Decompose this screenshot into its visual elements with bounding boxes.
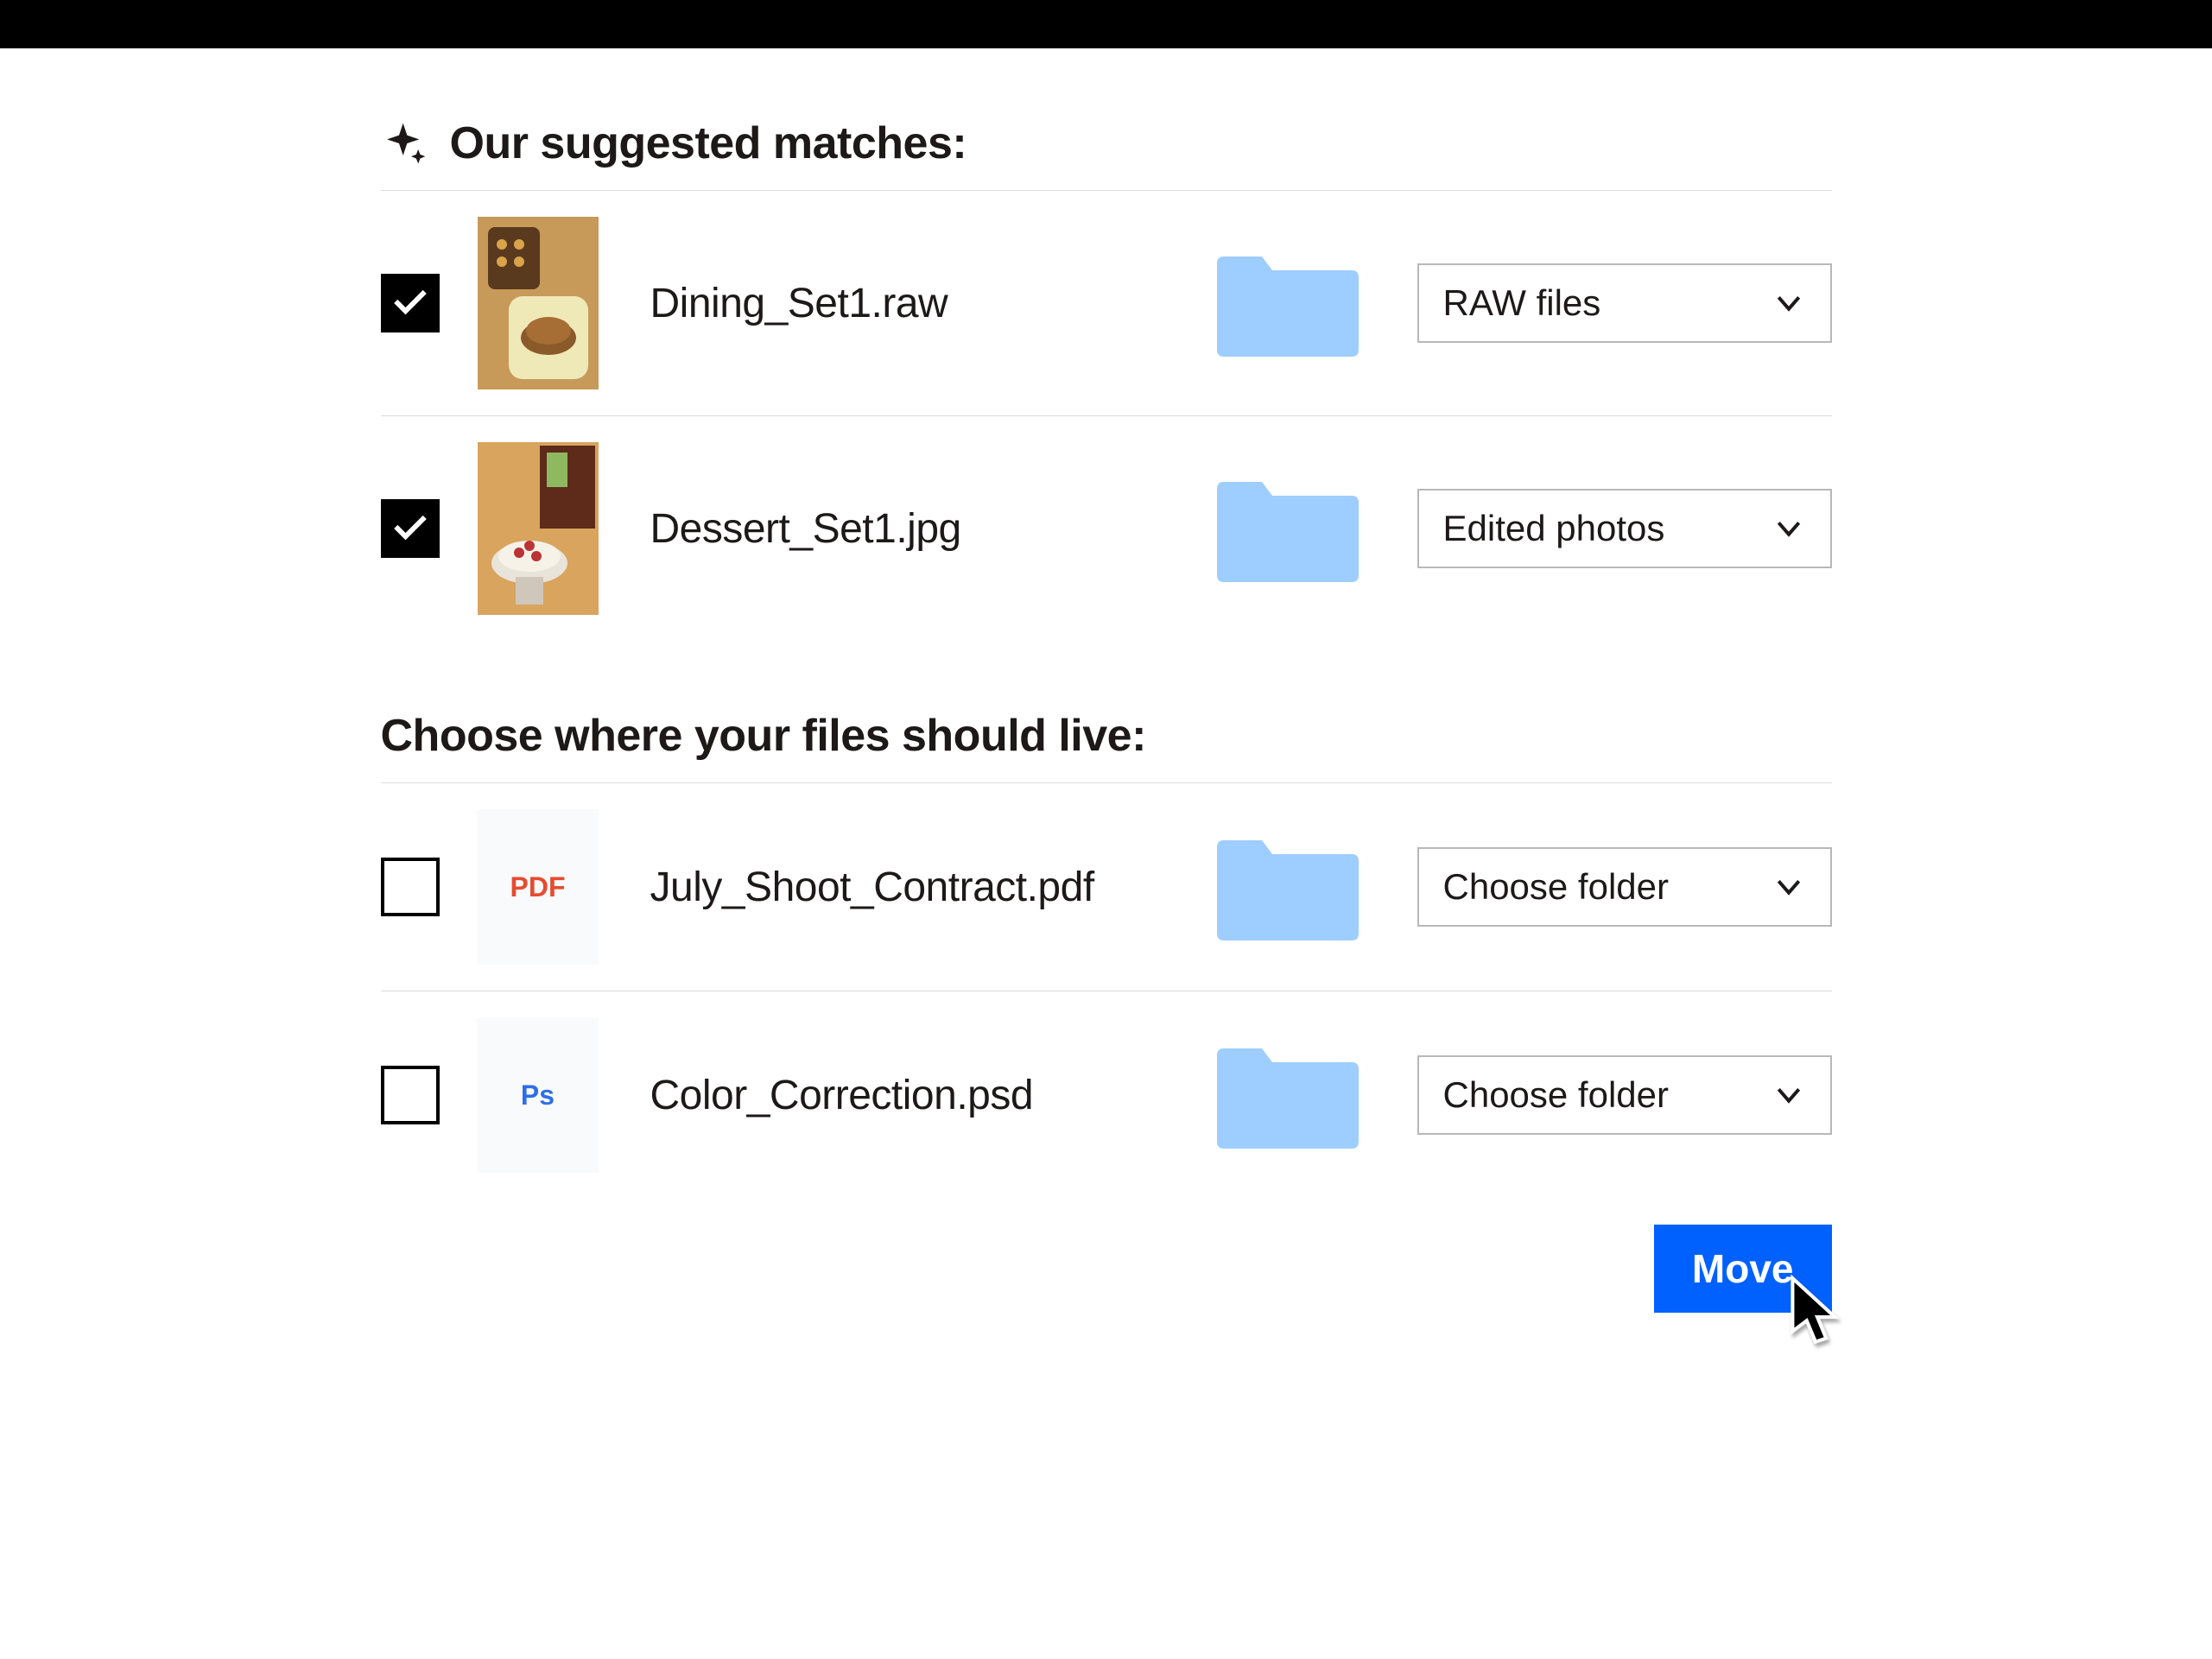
page-content: Our suggested matches: Dining_Set1.raw bbox=[346, 48, 1867, 1416]
chevron-down-icon bbox=[1772, 1078, 1806, 1112]
dropdown-label: Choose folder bbox=[1443, 1074, 1670, 1116]
suggested-matches-title: Our suggested matches: bbox=[450, 117, 967, 169]
file-row: Dining_Set1.raw RAW files bbox=[381, 191, 1832, 416]
folder-icon bbox=[1210, 243, 1383, 364]
dropdown-label: RAW files bbox=[1443, 282, 1601, 324]
file-row: Dessert_Set1.jpg Edited photos bbox=[381, 416, 1832, 641]
file-thumbnail bbox=[478, 217, 599, 389]
folder-dropdown[interactable]: Choose folder bbox=[1417, 1055, 1832, 1135]
folder-dropdown[interactable]: Edited photos bbox=[1417, 489, 1832, 568]
file-name: Color_Correction.psd bbox=[650, 1072, 1176, 1119]
suggested-matches-header: Our suggested matches: bbox=[381, 117, 1832, 191]
row-checkbox[interactable] bbox=[381, 499, 440, 558]
row-checkbox[interactable] bbox=[381, 274, 440, 332]
chevron-down-icon bbox=[1772, 870, 1806, 904]
file-ext-label: Ps bbox=[521, 1080, 555, 1111]
choose-section-title: Choose where your files should live: bbox=[381, 641, 1832, 783]
file-type-icon: Ps bbox=[478, 1017, 599, 1173]
folder-dropdown[interactable]: RAW files bbox=[1417, 263, 1832, 343]
file-name: July_Shoot_Contract.pdf bbox=[650, 864, 1176, 911]
dropdown-label: Edited photos bbox=[1443, 508, 1665, 549]
window-top-bar bbox=[0, 0, 2212, 48]
row-checkbox[interactable] bbox=[381, 858, 440, 916]
file-thumbnail bbox=[478, 442, 599, 615]
file-ext-label: PDF bbox=[510, 871, 566, 903]
chevron-down-icon bbox=[1772, 511, 1806, 546]
file-type-icon: PDF bbox=[478, 809, 599, 965]
folder-icon bbox=[1210, 468, 1383, 589]
file-row: PDF July_Shoot_Contract.pdf Choose folde… bbox=[381, 783, 1832, 991]
actions-bar: Move bbox=[381, 1199, 1832, 1313]
row-checkbox[interactable] bbox=[381, 1066, 440, 1124]
folder-dropdown[interactable]: Choose folder bbox=[1417, 847, 1832, 927]
move-button[interactable]: Move bbox=[1654, 1225, 1832, 1313]
file-name: Dining_Set1.raw bbox=[650, 280, 1176, 327]
file-name: Dessert_Set1.jpg bbox=[650, 505, 1176, 553]
file-row: Ps Color_Correction.psd Choose folder bbox=[381, 991, 1832, 1199]
folder-icon bbox=[1210, 826, 1383, 947]
folder-icon bbox=[1210, 1035, 1383, 1156]
chevron-down-icon bbox=[1772, 286, 1806, 320]
sparkle-icon bbox=[381, 119, 429, 168]
dropdown-label: Choose folder bbox=[1443, 866, 1670, 908]
